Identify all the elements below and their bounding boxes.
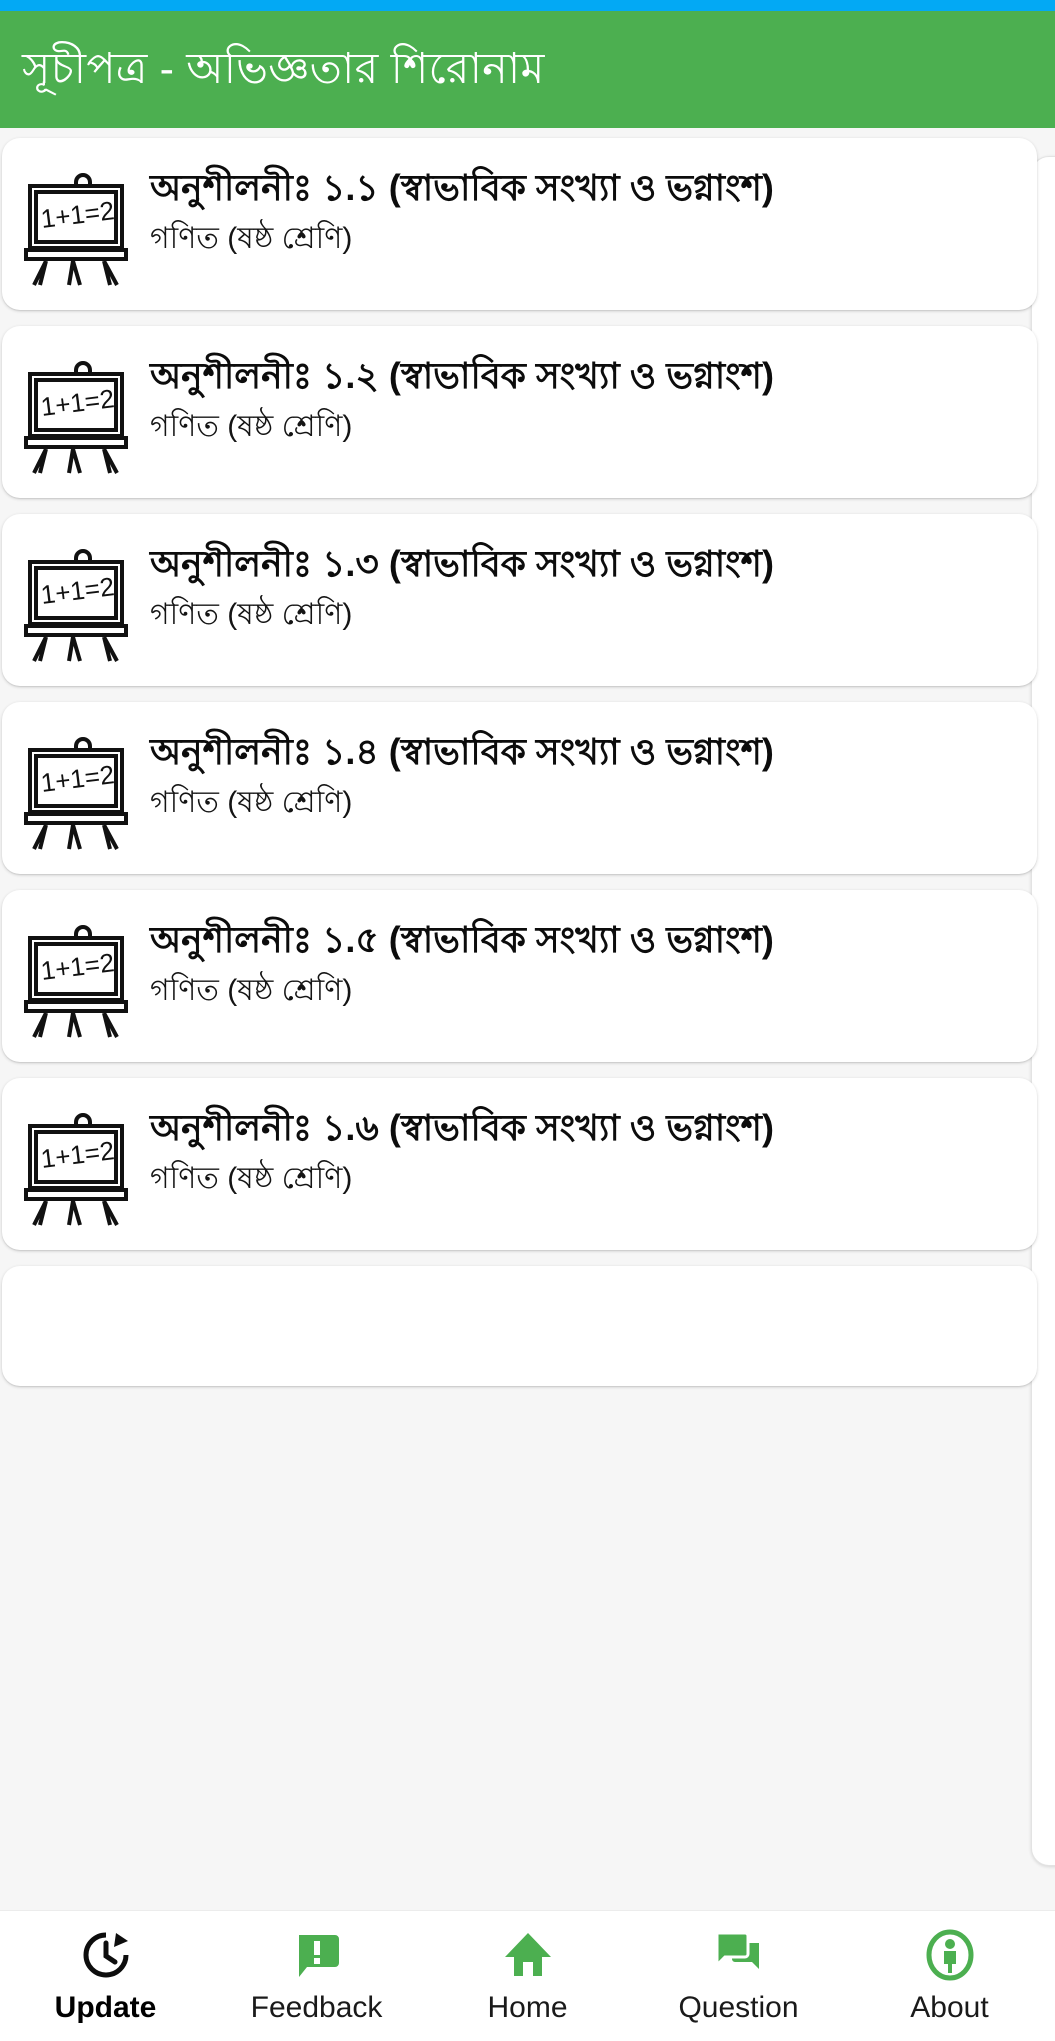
person-info-icon <box>924 1929 976 1981</box>
blackboard-easel-icon: 1+1=2 <box>16 542 136 664</box>
svg-text:1+1=2: 1+1=2 <box>39 195 116 234</box>
home-icon <box>502 1929 554 1981</box>
forum-bubbles-icon <box>713 1929 765 1981</box>
list-item-title: অনুশীলনীঃ ১.৩ (স্বাভাবিক সংখ্যা ও ভগ্নাং… <box>150 543 774 584</box>
blackboard-easel-icon: 1+1=2 <box>16 918 136 1040</box>
app-bar: সূচীপত্র - অভিজ্ঞতার শিরোনাম <box>0 11 1055 128</box>
list-item-subtitle: গণিত (ষষ্ঠ শ্রেণি) <box>150 1162 353 1196</box>
list-item-title: অনুশীলনীঃ ১.৬ (স্বাভাবিক সংখ্যা ও ভগ্নাং… <box>150 1107 774 1148</box>
svg-text:1+1=2: 1+1=2 <box>39 571 116 610</box>
nav-label-question: Question <box>678 1991 799 2024</box>
blackboard-easel-icon: 1+1=2 <box>16 354 136 476</box>
list-item[interactable]: 1+1=2 অনুশীলনীঃ ১.৫ (স্বাভাবিক সংখ্যা ও … <box>2 890 1037 1062</box>
nav-label-about: About <box>910 1991 989 2024</box>
list-item[interactable]: 1+1=2 অনুশীলনীঃ ১.২ (স্বাভাবিক সংখ্যা ও … <box>2 326 1037 498</box>
nav-label-update: Update <box>54 1991 157 2024</box>
svg-text:1+1=2: 1+1=2 <box>39 383 116 422</box>
list-item[interactable]: 1+1=2 অনুশীলনীঃ ১.১ (স্বাভাবিক সংখ্যা ও … <box>2 138 1037 310</box>
nav-label-feedback: Feedback <box>250 1991 383 2024</box>
update-clock-icon <box>80 1929 132 1981</box>
blackboard-easel-icon: 1+1=2 <box>16 730 136 852</box>
list-item-title: অনুশীলনীঃ ১.১ (স্বাভাবিক সংখ্যা ও ভগ্নাং… <box>150 167 774 208</box>
list-item-title: অনুশীলনীঃ ১.৪ (স্বাভাবিক সংখ্যা ও ভগ্নাং… <box>150 731 774 772</box>
svg-text:1+1=2: 1+1=2 <box>39 759 116 798</box>
nav-item-update[interactable]: Update <box>0 1911 211 2041</box>
list-item-text: অনুশীলনীঃ ১.২ (স্বাভাবিক সংখ্যা ও ভগ্নাং… <box>150 348 1017 448</box>
list-item-subtitle: গণিত (ষষ্ঠ শ্রেণি) <box>150 786 353 820</box>
list-item-subtitle: গণিত (ষষ্ঠ শ্রেণি) <box>150 222 353 256</box>
nav-item-question[interactable]: Question <box>633 1911 844 2041</box>
list-item-partial[interactable] <box>2 1266 1037 1386</box>
list-item[interactable]: 1+1=2 অনুশীলনীঃ ১.৬ (স্বাভাবিক সংখ্যা ও … <box>2 1078 1037 1250</box>
chapter-list-scroll-area[interactable]: 1+1=2 অনুশীলনীঃ ১.১ (স্বাভাবিক সংখ্যা ও … <box>0 128 1055 1910</box>
blackboard-easel-icon: 1+1=2 <box>16 166 136 288</box>
list-item-text: অনুশীলনীঃ ১.৪ (স্বাভাবিক সংখ্যা ও ভগ্নাং… <box>150 724 1017 824</box>
list-item-title: অনুশীলনীঃ ১.৫ (স্বাভাবিক সংখ্যা ও ভগ্নাং… <box>150 919 774 960</box>
nav-item-home[interactable]: Home <box>422 1911 633 2041</box>
page-title: সূচীপত্র - অভিজ্ঞতার শিরোনাম <box>22 44 545 93</box>
list-item-subtitle: গণিত (ষষ্ঠ শ্রেণি) <box>150 598 353 632</box>
list-item[interactable]: 1+1=2 অনুশীলনীঃ ১.৪ (স্বাভাবিক সংখ্যা ও … <box>2 702 1037 874</box>
list-item-subtitle: গণিত (ষষ্ঠ শ্রেণি) <box>150 974 353 1008</box>
bottom-navigation: Update Feedback Home Question About <box>0 1910 1055 2041</box>
nav-item-about[interactable]: About <box>844 1911 1055 2041</box>
nav-item-feedback[interactable]: Feedback <box>211 1911 422 2041</box>
list-item-subtitle: গণিত (ষষ্ঠ শ্রেণি) <box>150 410 353 444</box>
app-root: সূচীপত্র - অভিজ্ঞতার শিরোনাম 1+1=2 অনুশী… <box>0 0 1055 2041</box>
svg-text:1+1=2: 1+1=2 <box>39 1135 116 1174</box>
list-item-text: অনুশীলনীঃ ১.৬ (স্বাভাবিক সংখ্যা ও ভগ্নাং… <box>150 1100 1017 1200</box>
status-bar <box>0 0 1055 11</box>
list-item-title: অনুশীলনীঃ ১.২ (স্বাভাবিক সংখ্যা ও ভগ্নাং… <box>150 355 774 396</box>
list-item[interactable]: 1+1=2 অনুশীলনীঃ ১.৩ (স্বাভাবিক সংখ্যা ও … <box>2 514 1037 686</box>
list-item-text: অনুশীলনীঃ ১.১ (স্বাভাবিক সংখ্যা ও ভগ্নাং… <box>150 160 1017 260</box>
blackboard-easel-icon: 1+1=2 <box>16 1106 136 1228</box>
feedback-bubble-icon <box>291 1929 343 1981</box>
list-item-text: অনুশীলনীঃ ১.৫ (স্বাভাবিক সংখ্যা ও ভগ্নাং… <box>150 912 1017 1012</box>
list-item-text: অনুশীলনীঃ ১.৩ (স্বাভাবিক সংখ্যা ও ভগ্নাং… <box>150 536 1017 636</box>
svg-text:1+1=2: 1+1=2 <box>39 947 116 986</box>
nav-label-home: Home <box>487 1991 568 2024</box>
chapter-list: 1+1=2 অনুশীলনীঃ ১.১ (স্বাভাবিক সংখ্যা ও … <box>0 128 1055 1910</box>
